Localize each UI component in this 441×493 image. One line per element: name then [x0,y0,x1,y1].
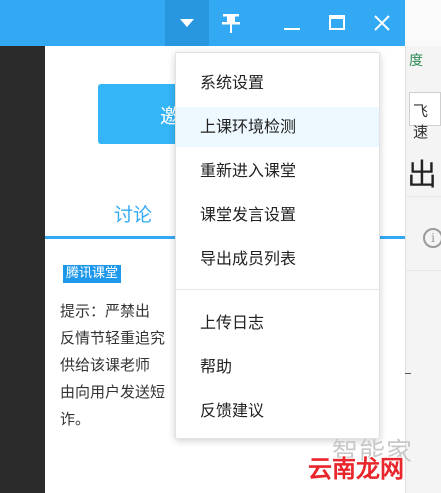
minimize-button[interactable] [270,0,314,46]
menu-item-export-members[interactable]: 导出成员列表 [176,239,379,279]
background-dash [405,373,411,374]
info-icon: i [423,228,441,248]
background-divider [405,270,441,271]
menu-item-speech-settings[interactable]: 课堂发言设置 [176,195,379,235]
pin-button[interactable] [209,0,253,46]
close-icon [374,15,390,31]
background-browser-header [405,0,441,46]
background-heading: 出 [407,158,437,193]
left-background-area [0,46,45,493]
background-search-box: 飞速 [409,92,441,141]
menu-item-system-settings[interactable]: 系统设置 [176,63,379,103]
menu-separator [176,289,379,290]
background-divider [405,196,441,197]
title-bar [0,0,405,46]
minimize-icon [284,28,300,30]
pin-icon [222,14,240,33]
tencent-classroom-badge: 腾讯课堂 [63,265,122,283]
background-link: 度 [409,53,423,69]
dropdown-menu: 系统设置 上课环境检测 重新进入课堂 课堂发言设置 导出成员列表 上传日志 帮助… [175,52,380,439]
menu-dropdown-button[interactable] [165,0,209,46]
menu-item-help[interactable]: 帮助 [176,347,379,387]
menu-item-reenter-classroom[interactable]: 重新进入课堂 [176,151,379,191]
watermark-logo: 云南龙网 [308,455,404,483]
maximize-button[interactable] [315,0,359,46]
close-button[interactable] [360,0,404,46]
maximize-icon [329,15,345,30]
menu-item-upload-log[interactable]: 上传日志 [176,303,379,343]
menu-item-feedback[interactable]: 反馈建议 [176,391,379,431]
menu-item-environment-check[interactable]: 上课环境检测 [176,107,379,147]
dropdown-arrow-icon [180,18,194,27]
tab-discussion[interactable]: 讨论 [114,200,152,227]
